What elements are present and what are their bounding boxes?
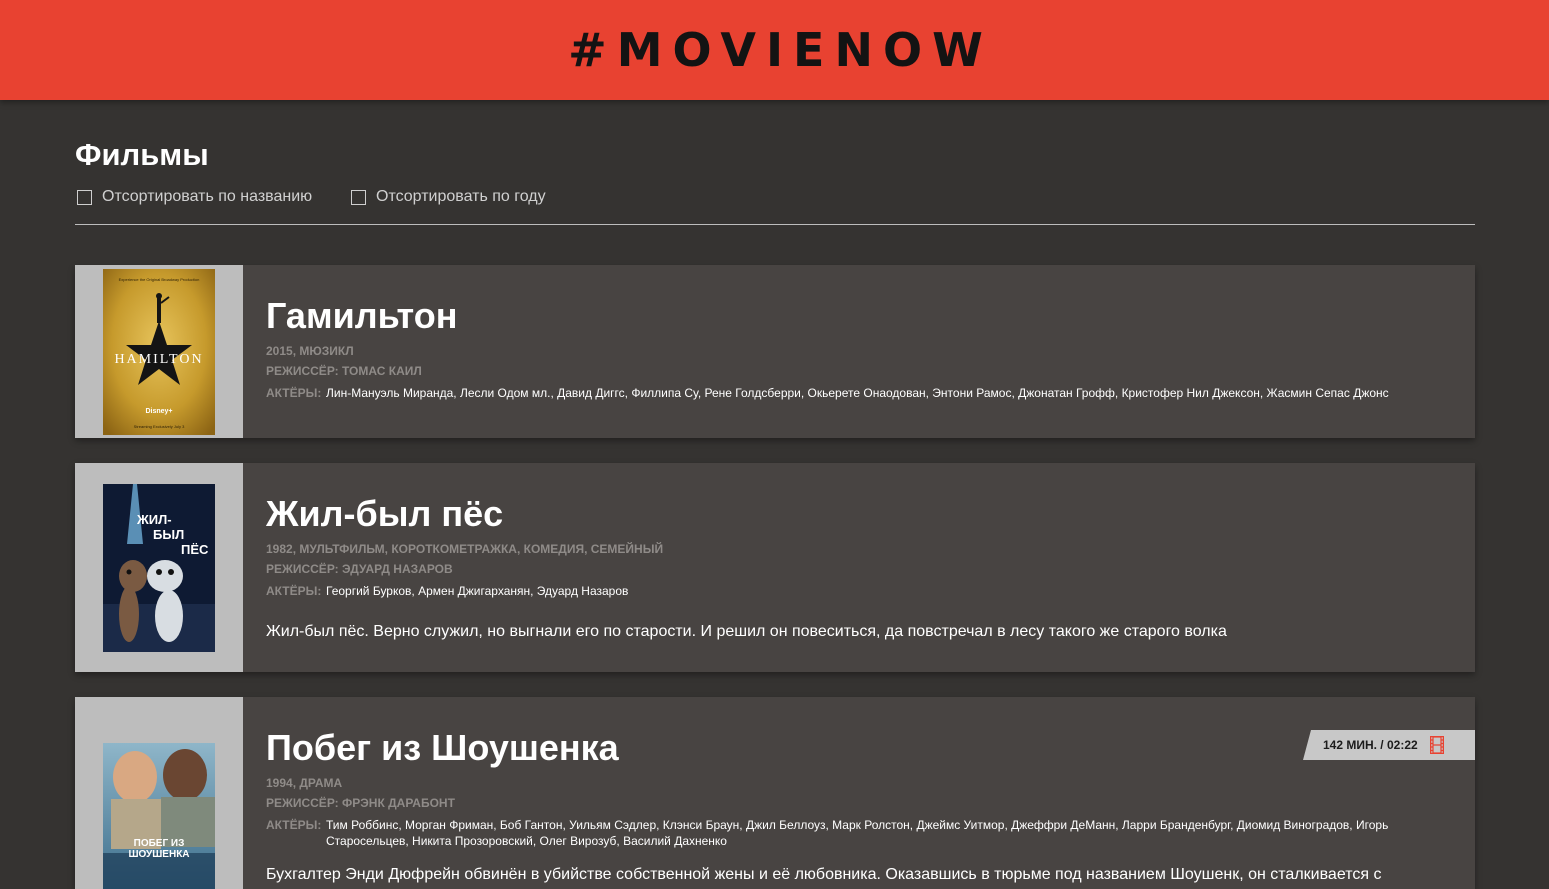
sort-by-year-checkbox[interactable]: Отсортировать по году: [351, 188, 546, 206]
movie-description: Бухгалтер Энди Дюфрейн обвинён в убийств…: [266, 866, 1382, 883]
actors-list: Тим Роббинс, Морган Фриман, Боб Гантон, …: [326, 818, 1389, 848]
movie-year-genre: 2015, мюзикл: [266, 344, 354, 358]
page-title: Фильмы: [75, 137, 209, 172]
divider: [75, 224, 1475, 225]
poster-release: Streaming Exclusively July 3: [133, 424, 185, 429]
movie-title[interactable]: Гамильтон: [266, 295, 457, 337]
actors-list: Лин-Мануэль Миранда, Лесли Одом мл., Дав…: [326, 386, 1389, 400]
sort-by-title-label[interactable]: Отсортировать по названию: [102, 188, 312, 206]
poster-title: HAMILTON: [114, 352, 204, 367]
movie-poster[interactable]: ЖИЛ- БЫЛ ПЁС: [103, 484, 215, 652]
movie-year-genre: 1994, драма: [266, 776, 343, 790]
movie-card[interactable]: ЖИЛ- БЫЛ ПЁС Жил-был пёс 1982, мультфиль…: [75, 463, 1475, 672]
movie-title[interactable]: Побег из Шоушенка: [266, 727, 619, 769]
movie-poster[interactable]: Experience the Original Broadway Product…: [103, 269, 215, 435]
shawshank-poster-art: [103, 743, 215, 889]
poster-column: Experience the Original Broadway Product…: [75, 265, 243, 438]
checkbox-icon[interactable]: [351, 189, 366, 205]
duration-text: 142 мин. / 02:22: [1323, 738, 1418, 752]
poster-title: ПОБЕГ ИЗ ШОУШЕНКА: [128, 838, 190, 860]
movie-poster[interactable]: ПОБЕГ ИЗ ШОУШЕНКА: [103, 743, 215, 889]
sort-by-year-label[interactable]: Отсортировать по году: [376, 188, 546, 206]
dog-poster-art: [103, 484, 215, 652]
movie-card[interactable]: ПОБЕГ ИЗ ШОУШЕНКА Побег из Шоушенка 1994…: [75, 697, 1475, 889]
movie-title[interactable]: Жил-был пёс: [266, 493, 503, 535]
movie-actors: Актёры: Тим Роббинс, Морган Фриман, Боб …: [266, 817, 1405, 849]
poster-title-line1: ЖИЛ-: [137, 512, 172, 527]
poster-column: ПОБЕГ ИЗ ШОУШЕНКА: [75, 697, 243, 889]
sort-by-title-checkbox[interactable]: Отсортировать по названию: [77, 188, 312, 206]
poster-brand: Disney+: [145, 408, 173, 415]
poster-title-line2: БЫЛ: [153, 527, 185, 542]
poster-column: ЖИЛ- БЫЛ ПЁС: [75, 463, 243, 672]
movie-description: Жил-был пёс. Верно служил, но выгнали ег…: [266, 623, 1227, 640]
movie-actors: Актёры: Георгий Бурков, Армен Джигарханя…: [266, 583, 1405, 599]
movie-director: Режиссёр: Томас Каил: [266, 364, 422, 378]
site-logo[interactable]: #MOVIENOW: [568, 23, 993, 77]
top-bar: #MOVIENOW: [0, 0, 1549, 100]
duration-badge: 142 мин. / 02:22: [1303, 730, 1475, 760]
actors-label: Актёры:: [266, 584, 322, 598]
movie-director: Режиссёр: Фрэнк Дарабонт: [266, 796, 455, 810]
poster-title-line3: ПЁС: [181, 542, 209, 557]
checkbox-icon[interactable]: [77, 189, 92, 205]
actors-list: Георгий Бурков, Армен Джигарханян, Эдуар…: [326, 584, 629, 598]
movie-actors: Актёры: Лин-Мануэль Миранда, Лесли Одом …: [266, 385, 1405, 401]
actors-label: Актёры:: [266, 818, 322, 832]
movie-director: Режиссёр: Эдуард Назаров: [266, 562, 453, 576]
actors-label: Актёры:: [266, 386, 322, 400]
movie-year-genre: 1982, мультфильм, короткометражка, комед…: [266, 542, 664, 556]
film-strip-icon: [1429, 735, 1444, 755]
poster-tagline: Experience the Original Broadway Product…: [118, 277, 200, 282]
movie-card[interactable]: Experience the Original Broadway Product…: [75, 265, 1475, 438]
